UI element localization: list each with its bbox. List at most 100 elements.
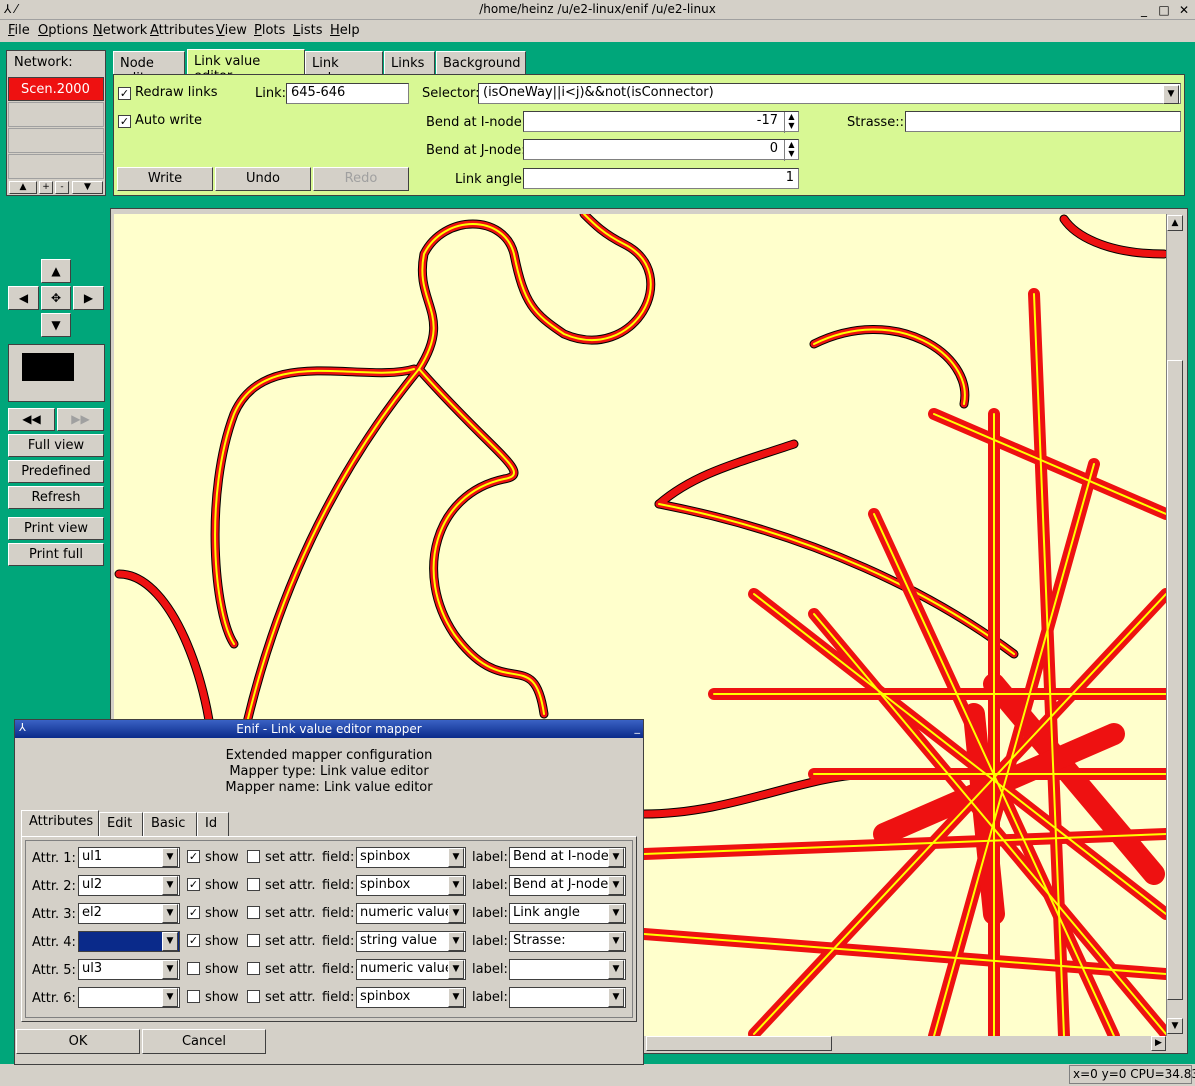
chevron-down-icon[interactable]: ▼: [162, 932, 178, 951]
chevron-down-icon[interactable]: ▼: [608, 988, 624, 1007]
dialog-tab-id[interactable]: Id: [197, 812, 229, 836]
show-checkbox[interactable]: ✓: [187, 934, 200, 947]
show-checkbox[interactable]: ✓: [187, 906, 200, 919]
field-select-value: numeric value: [360, 905, 453, 920]
overview-preview[interactable]: [22, 353, 74, 381]
menu-view[interactable]: View: [216, 23, 247, 38]
scenario-item[interactable]: Scen.2000: [8, 77, 104, 101]
chevron-down-icon[interactable]: ▼: [448, 988, 464, 1007]
scroll-right-button[interactable]: ▶: [1151, 1036, 1166, 1051]
rewind-button[interactable]: ◀◀: [8, 408, 55, 431]
center-button[interactable]: ✥: [41, 286, 71, 310]
forward-button[interactable]: ▶▶: [57, 408, 104, 431]
show-checkbox[interactable]: [187, 990, 200, 1003]
show-checkbox[interactable]: ✓: [187, 850, 200, 863]
maximize-button[interactable]: □: [1155, 2, 1173, 18]
tab-node-edit[interactable]: Node edit: [113, 51, 185, 86]
tab-background[interactable]: Background: [436, 51, 526, 75]
show-checkbox[interactable]: [187, 962, 200, 975]
chevron-down-icon[interactable]: ▼: [162, 876, 178, 895]
chevron-down-icon[interactable]: ▼: [162, 848, 178, 867]
chevron-down-icon[interactable]: ▼: [162, 988, 178, 1007]
write-button[interactable]: Write: [117, 167, 213, 191]
chevron-down-icon[interactable]: ▼: [608, 848, 624, 867]
pan-left-button[interactable]: ◀: [8, 286, 39, 310]
network-slot-2[interactable]: [8, 102, 104, 127]
chevron-down-icon[interactable]: ▼: [448, 876, 464, 895]
link-input[interactable]: 645-646: [286, 83, 409, 104]
network-add-button[interactable]: +: [39, 181, 53, 194]
redo-button[interactable]: Redo: [313, 167, 409, 191]
horizontal-scroll-thumb[interactable]: [646, 1036, 832, 1051]
link-angle-input[interactable]: 1: [523, 168, 799, 189]
network-down-button[interactable]: ▼: [72, 181, 103, 194]
chevron-down-icon[interactable]: ▼: [448, 848, 464, 867]
undo-button[interactable]: Undo: [215, 167, 311, 191]
tab-link-value[interactable]: Link value: [305, 51, 383, 86]
cancel-button[interactable]: Cancel: [142, 1029, 266, 1054]
menu-network[interactable]: Network: [93, 23, 147, 38]
dialog-tab-attributes[interactable]: Attributes: [21, 810, 99, 837]
chevron-down-icon[interactable]: ▼: [1163, 85, 1179, 104]
spin-arrows-icon[interactable]: ▲ ▼: [784, 112, 798, 133]
set-attr-checkbox[interactable]: [247, 878, 260, 891]
minimize-button[interactable]: _: [1135, 2, 1153, 18]
chevron-down-icon[interactable]: ▼: [608, 960, 624, 979]
label-label: label:: [472, 990, 508, 1005]
menu-options[interactable]: Options: [38, 23, 88, 38]
full-view-button[interactable]: Full view: [8, 434, 104, 457]
menu-file[interactable]: File: [8, 23, 30, 38]
attr-select-value: el2: [82, 905, 102, 920]
pan-up-button[interactable]: ▲: [41, 259, 71, 283]
vertical-scroll-thumb[interactable]: [1167, 360, 1183, 1000]
chevron-down-icon[interactable]: ▼: [448, 932, 464, 951]
set-attr-checkbox[interactable]: [247, 990, 260, 1003]
tab-link-value-editor[interactable]: Link value editor: [187, 49, 305, 84]
chevron-down-icon[interactable]: ▼: [448, 960, 464, 979]
predefined-button[interactable]: Predefined: [8, 460, 104, 483]
network-up-button[interactable]: ▲: [9, 181, 37, 194]
print-full-button[interactable]: Print full: [8, 543, 104, 566]
dialog-tab-edit[interactable]: Edit: [99, 812, 143, 836]
tab-links[interactable]: Links: [384, 51, 435, 75]
redraw-links-checkbox[interactable]: ✓: [118, 87, 131, 100]
chevron-down-icon[interactable]: ▼: [448, 904, 464, 923]
pan-down-button[interactable]: ▼: [41, 313, 71, 337]
scroll-up-button[interactable]: ▲: [1167, 215, 1183, 231]
menu-help[interactable]: Help: [330, 23, 360, 38]
network-slot-3[interactable]: [8, 128, 104, 153]
set-attr-checkbox[interactable]: [247, 906, 260, 919]
set-attr-checkbox[interactable]: [247, 962, 260, 975]
show-checkbox[interactable]: ✓: [187, 878, 200, 891]
refresh-button[interactable]: Refresh: [8, 486, 104, 509]
ok-button[interactable]: OK: [16, 1029, 140, 1054]
dialog-tab-basic[interactable]: Basic: [143, 812, 197, 836]
selector-dropdown[interactable]: (isOneWay||i<j)&&not(isConnector) ▼: [478, 83, 1181, 104]
menu-lists[interactable]: Lists: [293, 23, 323, 38]
scroll-down-button[interactable]: ▼: [1167, 1018, 1183, 1034]
set-attr-checkbox[interactable]: [247, 850, 260, 863]
set-attr-label: set attr.: [265, 850, 316, 865]
arrow-left-icon: ◀: [18, 291, 29, 305]
close-button[interactable]: ✕: [1175, 2, 1193, 18]
menu-plots[interactable]: Plots: [254, 23, 285, 38]
network-slot-4[interactable]: [8, 154, 104, 179]
chevron-down-icon[interactable]: ▼: [608, 904, 624, 923]
bend-j-spinbox[interactable]: 0 ▲ ▼: [523, 139, 799, 161]
pan-right-button[interactable]: ▶: [73, 286, 104, 310]
dialog-minimize-button[interactable]: _: [635, 721, 641, 734]
dialog-menu-icon[interactable]: ⅄: [19, 721, 26, 734]
network-remove-button[interactable]: -: [55, 181, 69, 194]
print-view-button[interactable]: Print view: [8, 517, 104, 540]
chevron-down-icon[interactable]: ▼: [608, 932, 624, 951]
arrow-right-icon: ▶: [83, 291, 94, 305]
set-attr-checkbox[interactable]: [247, 934, 260, 947]
chevron-down-icon[interactable]: ▼: [162, 904, 178, 923]
strasse-input[interactable]: [905, 111, 1181, 132]
auto-write-checkbox[interactable]: ✓: [118, 115, 131, 128]
spin-arrows-icon[interactable]: ▲ ▼: [784, 140, 798, 161]
menu-attributes[interactable]: Attributes: [150, 23, 214, 38]
chevron-down-icon[interactable]: ▼: [162, 960, 178, 979]
chevron-down-icon[interactable]: ▼: [608, 876, 624, 895]
bend-i-spinbox[interactable]: -17 ▲ ▼: [523, 111, 799, 133]
